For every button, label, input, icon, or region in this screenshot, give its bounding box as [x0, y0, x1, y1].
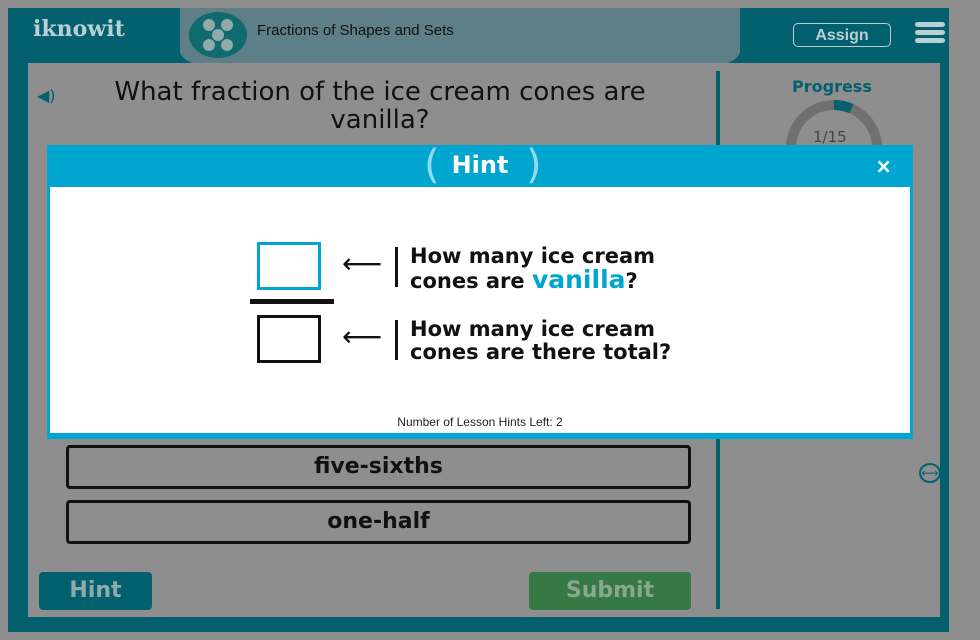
arrow-tick	[395, 320, 398, 360]
speaker-icon[interactable]: ◀)	[37, 86, 56, 105]
answer-option[interactable]: five-sixths	[66, 445, 691, 489]
logo: iknowit	[33, 16, 125, 42]
hint-button[interactable]: Hint	[39, 572, 152, 610]
denominator-box	[257, 315, 321, 363]
modal-header: ( Hint ) ×	[50, 145, 910, 187]
arrow-left-icon: ⟵	[342, 247, 383, 280]
arrow-left-icon: ⟵	[342, 320, 383, 353]
modal-title: Hint	[451, 151, 509, 179]
expand-icon[interactable]: ⟷	[919, 463, 941, 483]
close-icon[interactable]: ×	[875, 154, 892, 178]
fraction-bar	[250, 299, 334, 304]
arrow-tick	[395, 247, 398, 287]
assign-button[interactable]: Assign	[793, 23, 891, 47]
progress-label: Progress	[792, 77, 872, 96]
progress-text: 1/15	[813, 128, 847, 146]
lesson-icon	[189, 12, 247, 58]
question-text: What fraction of the ice cream cones are…	[114, 77, 646, 135]
submit-button[interactable]: Submit	[529, 572, 691, 610]
numerator-box	[257, 242, 321, 290]
hints-left-text: Number of Lesson Hints Left: 2	[397, 415, 563, 429]
menu-icon[interactable]	[915, 22, 945, 46]
paren-decoration: )	[526, 142, 542, 188]
hint-modal: ( Hint ) × ⟵ ⟵ How many ice cream cones …	[47, 145, 913, 439]
answer-option[interactable]: one-half	[66, 500, 691, 544]
modal-body: ⟵ ⟵ How many ice cream cones are vanilla…	[50, 187, 910, 433]
lesson-header	[180, 8, 740, 71]
lesson-title: Fractions of Shapes and Sets	[257, 22, 454, 39]
denominator-question: How many ice cream cones are there total…	[410, 317, 672, 364]
numerator-question: How many ice cream cones are vanilla?	[410, 244, 656, 294]
